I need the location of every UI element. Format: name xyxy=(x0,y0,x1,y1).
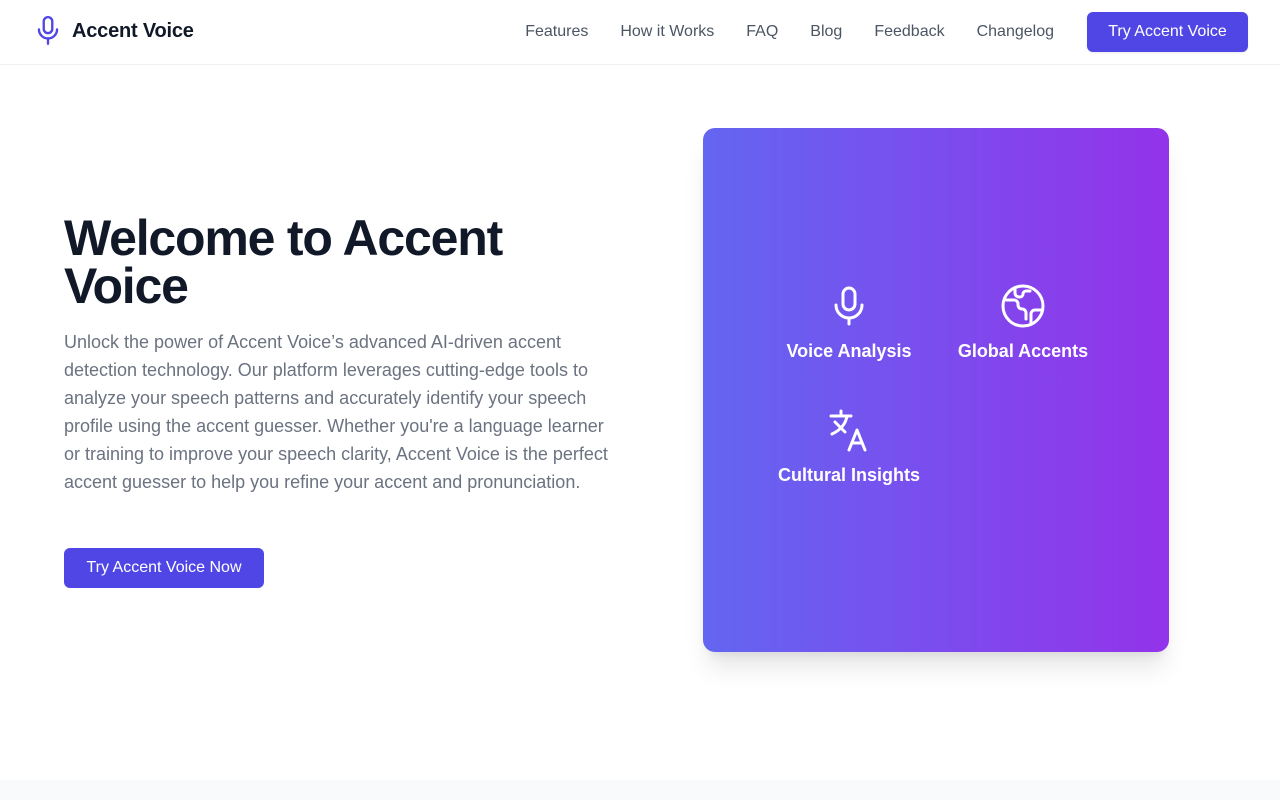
feature-label: Global Accents xyxy=(957,341,1089,361)
top-navbar: Accent Voice Features How it Works FAQ B… xyxy=(0,0,1280,65)
try-accent-voice-now-button[interactable]: Try Accent Voice Now xyxy=(64,548,264,588)
nav-link-changelog[interactable]: Changelog xyxy=(977,20,1054,44)
try-accent-voice-button[interactable]: Try Accent Voice xyxy=(1087,12,1248,52)
microphone-icon xyxy=(834,286,864,326)
feature-cultural-insights: Cultural Insights xyxy=(759,406,939,488)
hero-description: Unlock the power of Accent Voice’s advan… xyxy=(64,332,608,492)
next-section-edge xyxy=(0,780,1280,800)
feature-voice-analysis: Voice Analysis xyxy=(759,282,939,364)
brand-logo-link[interactable]: Accent Voice xyxy=(34,14,194,48)
nav-link-faq[interactable]: FAQ xyxy=(746,20,778,44)
language-icon xyxy=(829,409,867,452)
hero-title: Welcome to Accent Voice xyxy=(64,210,503,314)
nav-link-blog[interactable]: Blog xyxy=(810,20,842,44)
feature-global-accents: Global Accents xyxy=(933,282,1113,364)
microphone-icon xyxy=(34,14,62,48)
feature-card: Voice Analysis Global Accents Cultural I… xyxy=(703,128,1169,652)
nav-link-features[interactable]: Features xyxy=(525,20,588,44)
feature-label: Voice Analysis xyxy=(786,341,912,361)
feature-label: Cultural Insights xyxy=(777,465,920,485)
main-nav: Features How it Works FAQ Blog Feedback … xyxy=(525,20,1054,44)
nav-link-how-it-works[interactable]: How it Works xyxy=(620,20,714,44)
brand-name: Accent Voice xyxy=(72,19,194,42)
nav-link-feedback[interactable]: Feedback xyxy=(874,20,944,44)
globe-icon xyxy=(1001,284,1045,328)
